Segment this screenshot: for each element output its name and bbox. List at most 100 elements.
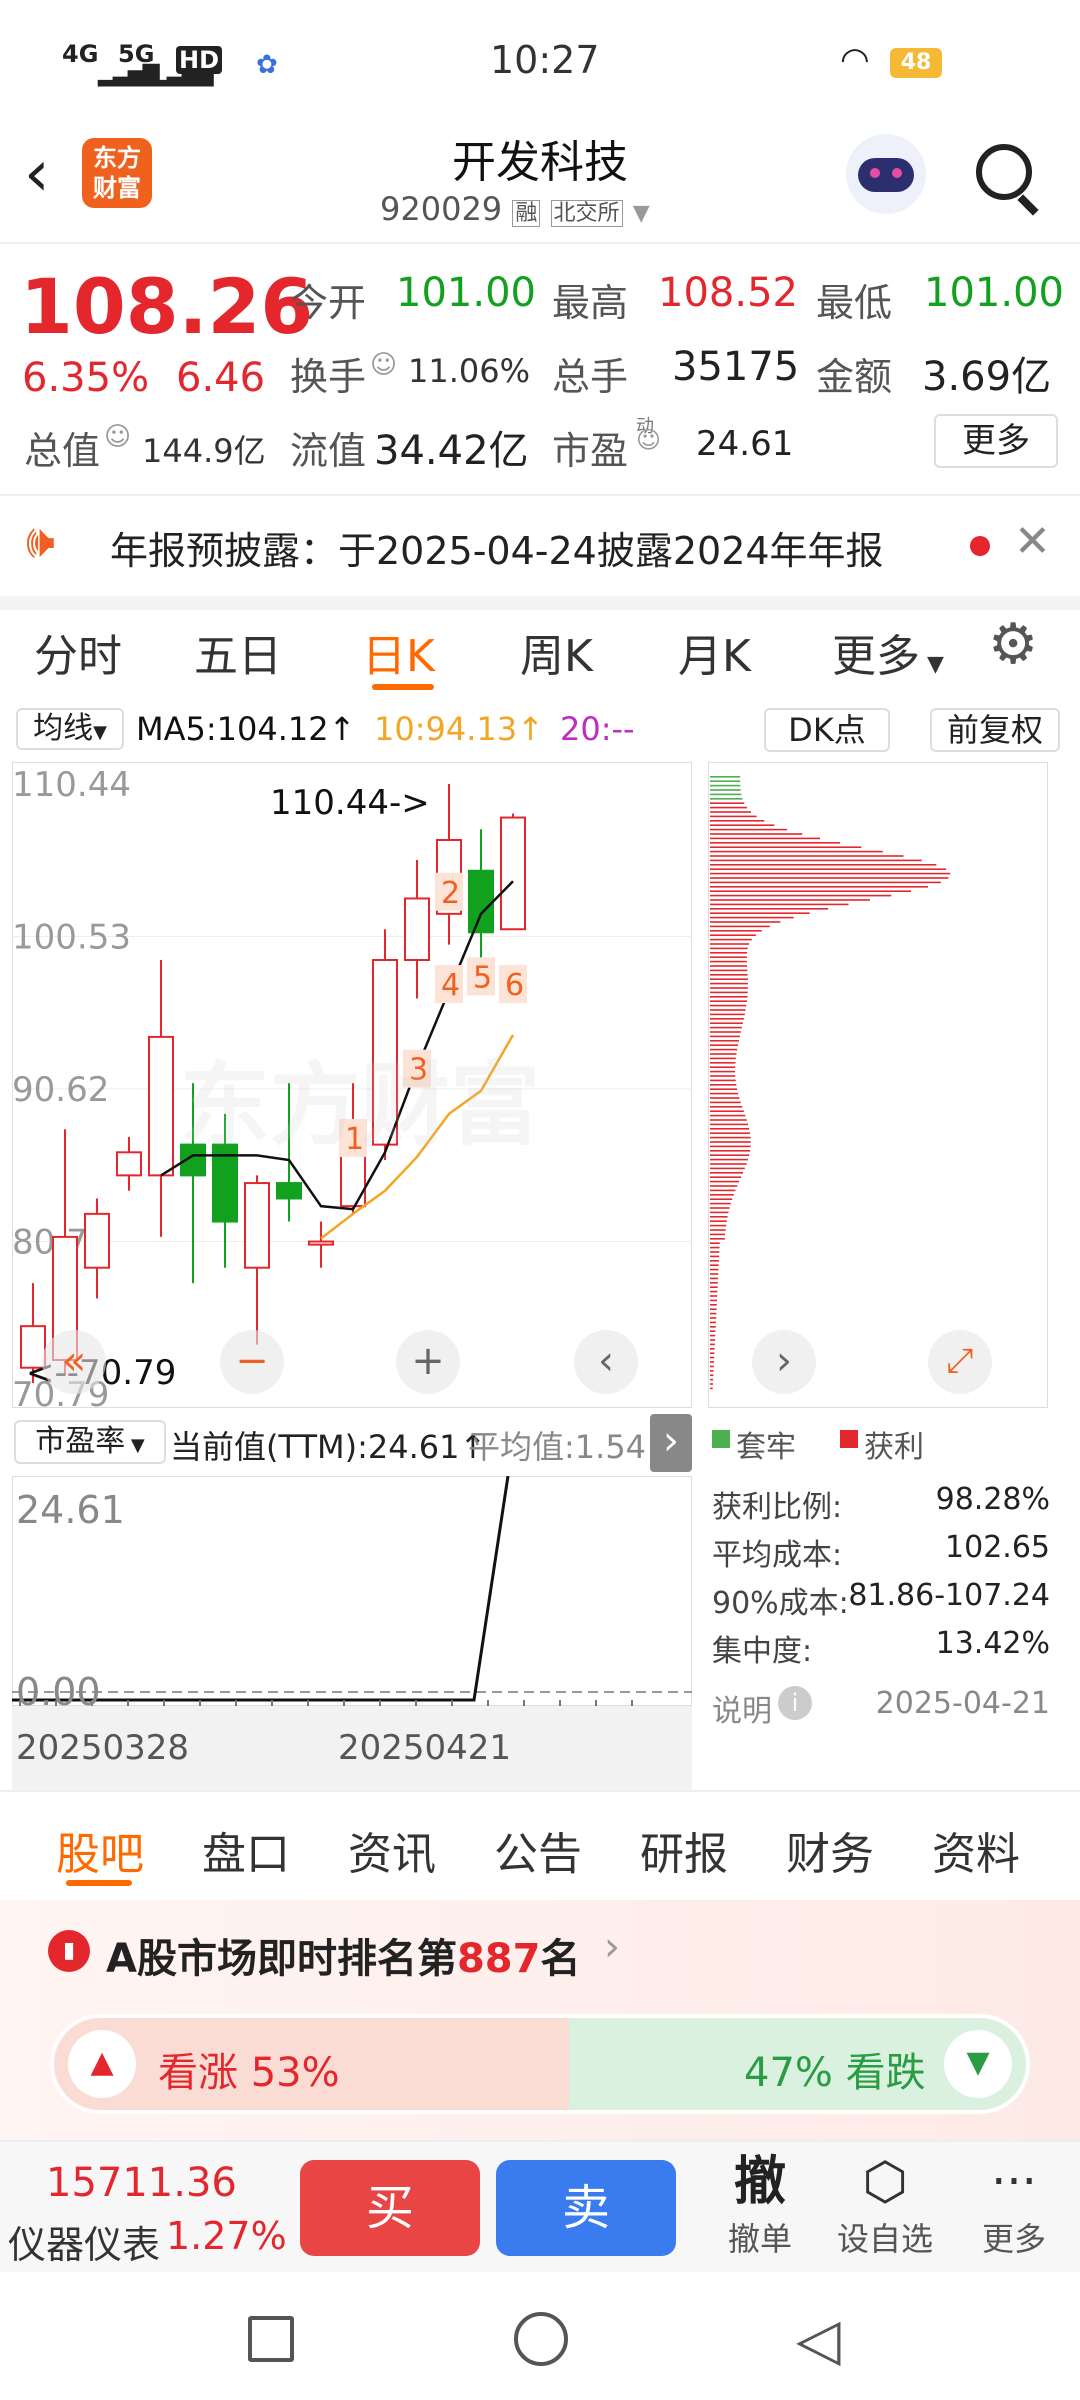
chip-bar (710, 815, 757, 818)
tab-more-label: 更多 (832, 631, 920, 682)
last-price: 108.26 (20, 262, 314, 351)
chip-bar (710, 1326, 716, 1328)
tab-more[interactable]: 更多 ▼ (832, 620, 944, 684)
chip-bar (710, 1128, 750, 1130)
add-watchlist-label: 设自选 (836, 2220, 933, 2258)
chip-bar (710, 1295, 718, 1297)
chevron-right-icon: › (604, 1924, 620, 1970)
zoom-out-icon[interactable]: − (220, 1330, 284, 1394)
chip-bar (710, 943, 750, 945)
date-right: 20250421 (338, 1728, 512, 1768)
scroll-left-icon[interactable]: ‹ (574, 1330, 638, 1394)
tab-five-day[interactable]: 五日 (194, 620, 282, 684)
chip-bar (710, 1268, 719, 1271)
ma10-value: 10:94.13↑ (374, 710, 544, 748)
y-axis-label: 110.44 (12, 765, 131, 805)
tab-daily-k[interactable]: 日K (362, 620, 435, 684)
status-bar: 4G ▂▃▅▇ 5G ▂▃▅▇ HD ✿ 10:27 ◠ 48 (0, 0, 1080, 120)
date-axis: 20250328 20250421 (12, 1706, 692, 1790)
chip-bar (710, 934, 756, 936)
indicator-select[interactable]: 均线▼ (16, 708, 124, 750)
cost-90-label: 90%成本: (712, 1586, 849, 1621)
rewind-icon[interactable]: « (42, 1330, 106, 1394)
add-watchlist-button[interactable]: ⬡ 设自选 (830, 2150, 940, 2270)
chip-bar (710, 1035, 740, 1038)
tab-intraday[interactable]: 分时 (34, 620, 122, 684)
chip-bar (710, 1246, 720, 1249)
tab-weekly-k[interactable]: 周K (520, 620, 593, 684)
bull-label: 看涨 53% (158, 2050, 340, 2096)
low-value: 101.00 (924, 270, 1064, 316)
chip-bar (710, 1044, 738, 1046)
zoom-in-icon[interactable]: + (396, 1330, 460, 1394)
candle-body (84, 1212, 110, 1269)
gear-icon[interactable]: ⚙ (988, 612, 1038, 677)
chip-bar (710, 930, 762, 932)
robot-assistant-icon[interactable] (846, 134, 926, 214)
chip-bar (710, 1167, 745, 1170)
hd-icon: HD (176, 46, 223, 74)
info-icon-3[interactable]: ☺ (636, 426, 661, 454)
stock-code-row[interactable]: 920029 融 北交所 ▼ (380, 190, 710, 228)
chip-bar (710, 952, 747, 954)
tab-profile[interactable]: 资料 (932, 1818, 1020, 1882)
sell-button[interactable]: 卖 (496, 2160, 676, 2256)
chip-bar (710, 1084, 737, 1086)
back-icon[interactable]: ◁ (796, 2310, 841, 2368)
panel-expand-icon[interactable]: › (650, 1414, 692, 1472)
profit-ratio-label: 获利比例: (712, 1490, 843, 1525)
tab-announcements[interactable]: 公告 (494, 1818, 582, 1882)
scroll-right-icon[interactable]: › (752, 1330, 816, 1394)
chip-bar (710, 1312, 717, 1315)
chip-bar (710, 1317, 717, 1319)
info-icon-2[interactable]: ☺ (104, 422, 131, 452)
tab-news[interactable]: 资讯 (348, 1818, 436, 1882)
chip-bar (710, 798, 743, 800)
candle-body (148, 1035, 174, 1177)
chip-bar (710, 1321, 716, 1324)
chip-bar (710, 1387, 713, 1390)
recent-apps-icon[interactable] (248, 2316, 294, 2362)
chip-bar (710, 1260, 719, 1262)
baidu-icon: ✿ (256, 50, 278, 80)
adjust-button[interactable]: 前复权 (930, 708, 1060, 752)
bear-label: 47% 看跌 (744, 2050, 926, 2096)
notice-bar[interactable]: 🕪 年报预披露：于2025-04-24披露2024年年报 ✕ (0, 496, 1080, 596)
chip-bar (710, 1163, 747, 1165)
home-icon[interactable] (514, 2312, 568, 2366)
info-icon[interactable]: ☺ (370, 350, 397, 380)
buy-button[interactable]: 买 (300, 2160, 480, 2256)
index-value: 15711.36 (46, 2160, 237, 2206)
tab-monthly-k[interactable]: 月K (678, 620, 751, 684)
close-icon[interactable]: ✕ (1014, 516, 1051, 567)
tab-order-book[interactable]: 盘口 (202, 1818, 290, 1882)
sector-index[interactable]: 15711.36 仪器仪表 1.27% (0, 2142, 290, 2274)
chip-bar (710, 1132, 751, 1134)
chip-bar (710, 1198, 733, 1200)
dk-point-button[interactable]: DK点 (764, 708, 890, 752)
chip-bar (710, 1308, 717, 1310)
chip-bar (710, 947, 748, 950)
low-label: 最低 (816, 281, 893, 325)
cancel-order-button[interactable]: 撤 撤单 (710, 2150, 810, 2270)
more-quote-button[interactable]: 更多 (934, 414, 1058, 468)
pe-select[interactable]: 市盈率 ▼ (14, 1420, 166, 1464)
ranking-row[interactable]: ▮ A股市场即时排名第887名 › (0, 1900, 1080, 2000)
chip-bar (710, 1282, 718, 1284)
tab-forum[interactable]: 股吧 (56, 1818, 144, 1882)
chip-bar (710, 1299, 717, 1302)
candle-body (244, 1182, 270, 1269)
note-label[interactable]: 说明 (712, 1686, 772, 1730)
info-circle-icon[interactable]: i (778, 1686, 812, 1720)
sentiment-bar: ▲ 看涨 53% 47% 看跌 ▼ (50, 2014, 1030, 2114)
concentration-label: 集中度: (712, 1634, 813, 1669)
search-icon[interactable] (976, 144, 1032, 200)
ma20-value: 20:-- (560, 710, 635, 748)
vote-down-button[interactable]: ▼ (944, 2030, 1012, 2098)
more-actions-button[interactable]: ··· 更多 (964, 2150, 1064, 2270)
tab-finance[interactable]: 财务 (786, 1818, 874, 1882)
tab-research[interactable]: 研报 (640, 1818, 728, 1882)
profit-ratio-value: 98.28% (935, 1482, 1050, 1517)
expand-icon[interactable]: ⤢ (928, 1330, 992, 1394)
vote-up-button[interactable]: ▲ (68, 2030, 136, 2098)
